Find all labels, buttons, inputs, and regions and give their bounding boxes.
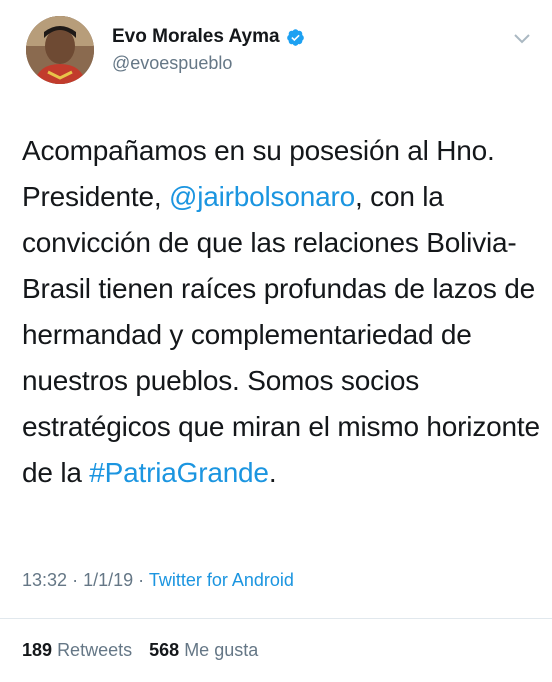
likes-label[interactable]: Me gusta xyxy=(184,640,258,660)
tweet-date[interactable]: 1/1/19 xyxy=(83,570,133,590)
tweet-stats: 189 Retweets 568 Me gusta xyxy=(22,640,258,661)
divider xyxy=(0,618,552,619)
tweet-text: Acompañamos en su posesión al Hno. Presi… xyxy=(22,128,542,496)
meta-separator: · xyxy=(138,570,145,590)
retweets-count[interactable]: 189 xyxy=(22,640,52,660)
tweet-text-part: , con la convicción de que las relacione… xyxy=(22,181,540,488)
meta-separator: · xyxy=(72,570,79,590)
author-handle[interactable]: @evoespueblo xyxy=(112,53,232,74)
retweets-label[interactable]: Retweets xyxy=(57,640,132,660)
author-display-name[interactable]: Evo Morales Ayma xyxy=(112,26,280,48)
author-name-row: Evo Morales Ayma xyxy=(112,26,305,48)
mention-link[interactable]: @jairbolsonaro xyxy=(169,181,355,212)
hashtag-link[interactable]: #PatriaGrande xyxy=(89,457,269,488)
tweet-time[interactable]: 13:32 xyxy=(22,570,67,590)
likes-count[interactable]: 568 xyxy=(149,640,179,660)
profile-photo-icon xyxy=(26,16,94,84)
tweet-text-part: . xyxy=(268,457,277,488)
chevron-down-icon[interactable] xyxy=(512,32,532,46)
tweet-source-link[interactable]: Twitter for Android xyxy=(149,570,294,590)
tweet-metadata: 13:32 · 1/1/19 · Twitter for Android xyxy=(22,570,294,591)
avatar[interactable] xyxy=(26,16,94,84)
verified-badge-icon xyxy=(286,28,305,47)
